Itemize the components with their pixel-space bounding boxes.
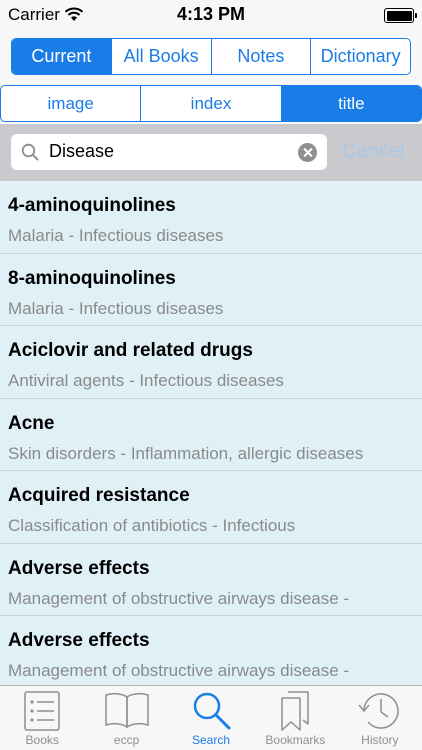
- tabbar-search-label: Search: [192, 733, 231, 747]
- open-book-icon: [104, 692, 149, 729]
- list-item-title: Adverse effects: [8, 557, 150, 579]
- list-item[interactable]: Aciclovir and related drugs Antiviral ag…: [0, 326, 422, 399]
- clear-icon[interactable]: [298, 143, 317, 162]
- search-scope-segmented-control: image index title: [0, 85, 422, 122]
- scope-index[interactable]: index: [140, 86, 280, 121]
- scope-title[interactable]: title: [280, 86, 421, 121]
- search-bar: Disease Cancel: [0, 124, 422, 181]
- list-item[interactable]: 4-aminoquinolines Malaria - Infectious d…: [0, 181, 422, 254]
- books-icon: [24, 691, 60, 731]
- list-item[interactable]: Adverse effects Management of obstructiv…: [0, 616, 422, 685]
- search-icon: [193, 692, 231, 730]
- list-item-title: Acne: [8, 412, 55, 434]
- tabbar-eccp-label: eccp: [113, 733, 140, 747]
- cancel-button[interactable]: Cancel: [342, 140, 404, 163]
- results-list: 4-aminoquinolines Malaria - Infectious d…: [0, 181, 422, 685]
- status-bar: Carrier 4:13 PM: [0, 0, 422, 30]
- list-item[interactable]: Acne Skin disorders - Inflammation, alle…: [0, 399, 422, 471]
- list-item-title: 4-aminoquinolines: [8, 195, 176, 216]
- tabbar-books[interactable]: Books: [0, 686, 84, 750]
- list-item[interactable]: 8-aminoquinolines Malaria - Infectious d…: [0, 254, 422, 326]
- search-input[interactable]: Disease: [11, 134, 327, 170]
- list-item-title: Aciclovir and related drugs: [8, 340, 253, 361]
- list-item-subtitle: Management of obstructive airways diseas…: [8, 588, 350, 608]
- list-item-subtitle: Skin disorders - Inflammation, allergic …: [8, 443, 364, 463]
- bookmarks-icon: [281, 691, 310, 731]
- history-icon: [358, 693, 399, 729]
- tab-all-books[interactable]: All Books: [110, 39, 211, 74]
- list-item-subtitle: Malaria - Infectious diseases: [8, 226, 224, 245]
- list-item-title: Adverse effects: [8, 630, 150, 651]
- list-item-subtitle: Antiviral agents - Infectious diseases: [8, 371, 284, 390]
- tab-bar: Books eccp Search Bookmarks History: [0, 685, 422, 750]
- battery-icon: [384, 8, 417, 23]
- list-item-subtitle: Management of obstructive airways diseas…: [8, 661, 350, 680]
- list-item-subtitle: Classification of antibiotics - Infectio…: [8, 516, 296, 535]
- tabbar-search[interactable]: Search: [169, 686, 253, 750]
- list-item-subtitle: Malaria - Infectious diseases: [8, 298, 224, 318]
- tabbar-bookmarks-label: Bookmarks: [265, 733, 326, 747]
- tabbar-history-label: History: [361, 733, 399, 747]
- tabbar-eccp[interactable]: eccp: [84, 686, 168, 750]
- clock: 4:13 PM: [176, 4, 246, 24]
- scope-image[interactable]: image: [1, 86, 140, 121]
- source-segmented-control: Current All Books Notes Dictionary: [11, 38, 411, 75]
- tab-notes[interactable]: Notes: [210, 39, 311, 74]
- search-icon: [21, 143, 39, 161]
- list-item[interactable]: Adverse effects Management of obstructiv…: [0, 544, 422, 616]
- tab-current[interactable]: Current: [12, 39, 111, 74]
- tabbar-bookmarks[interactable]: Bookmarks: [253, 686, 337, 750]
- list-item[interactable]: Acquired resistance Classification of an…: [0, 471, 422, 544]
- list-item-title: 8-aminoquinolines: [8, 267, 176, 289]
- tabbar-history[interactable]: History: [338, 686, 422, 750]
- tab-dictionary[interactable]: Dictionary: [310, 39, 410, 74]
- search-query[interactable]: Disease: [49, 141, 114, 162]
- tabbar-books-label: Books: [25, 733, 59, 747]
- list-item-title: Acquired resistance: [8, 485, 190, 506]
